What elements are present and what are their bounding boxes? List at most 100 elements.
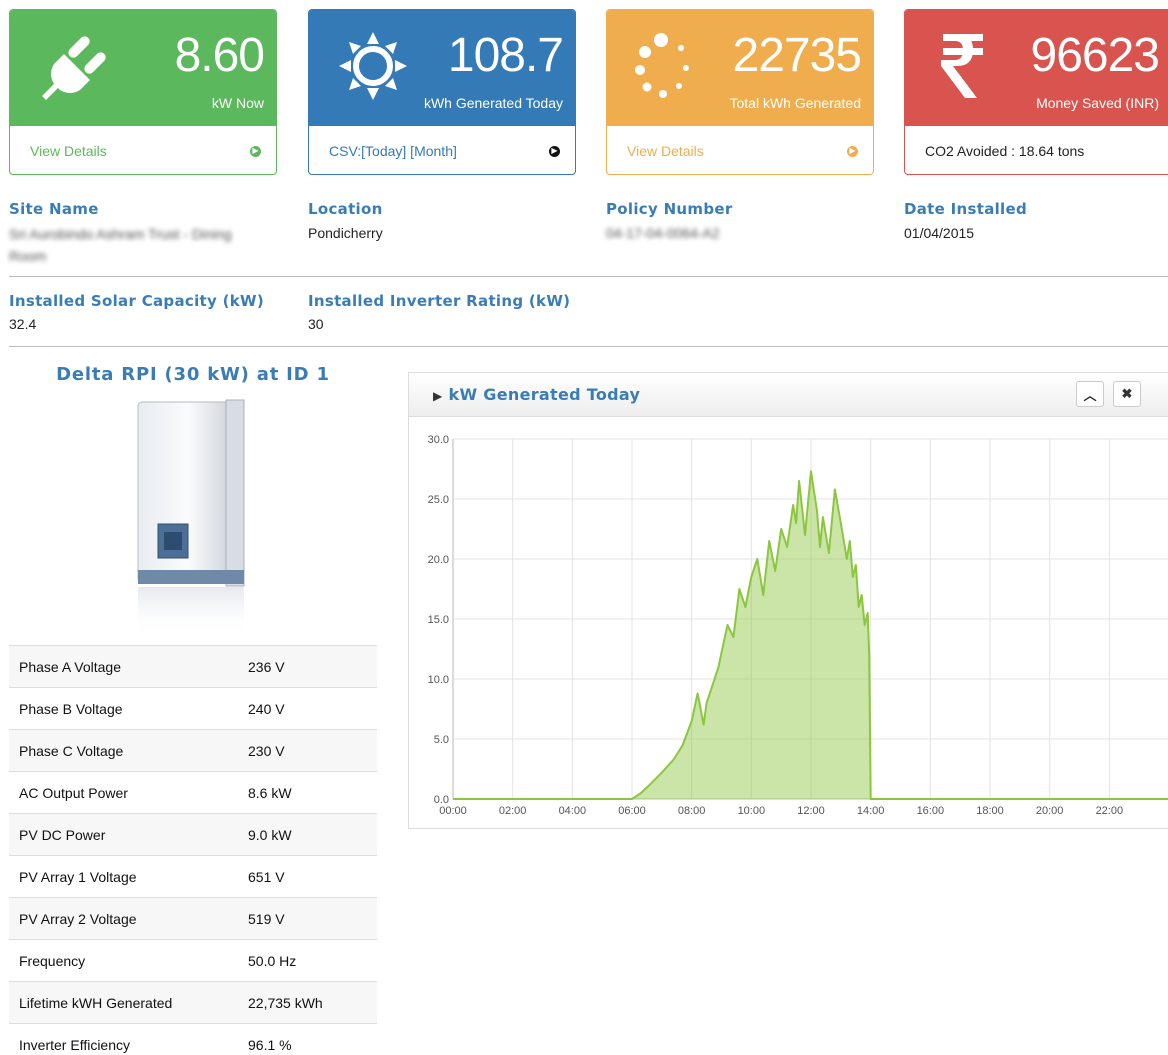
stat-key: AC Output Power: [9, 771, 248, 814]
kw-generated-chart: 0.05.010.015.020.025.030.000:00 02:00 04:0…: [428, 434, 1168, 817]
stat-value: 9.0 kW: [248, 813, 377, 856]
panel-title-text: kW Generated Today: [448, 385, 641, 404]
close-button[interactable]: ✖: [1113, 381, 1141, 407]
close-icon: ✖: [1121, 386, 1133, 401]
arrow-circle-right-icon: ▶: [250, 145, 261, 157]
view-details-label: View Details: [627, 143, 704, 159]
kw-now-card: 8.60 kW Now View Details ▶: [9, 9, 277, 175]
money-saved-value: 96623: [1030, 29, 1160, 82]
stat-key: Phase B Voltage: [9, 687, 248, 730]
money-saved-card-header: 96623 Money Saved (INR): [905, 10, 1168, 126]
x-tick-label: 14:00: [857, 805, 885, 817]
stat-value: 651 V: [248, 855, 377, 898]
stat-value: 519 V: [248, 897, 377, 940]
panel-title[interactable]: ▶ kW Generated Today: [433, 385, 640, 404]
y-tick-label: 30.0: [428, 434, 449, 446]
location-value: Pondicherry: [308, 225, 383, 241]
x-tick-label: 06:00: [618, 805, 646, 817]
table-row: Phase C Voltage 230 V: [9, 729, 377, 772]
table-row: PV Array 1 Voltage 651 V: [9, 855, 377, 898]
money-saved-label: Money Saved (INR): [1036, 95, 1159, 111]
stat-value: 236 V: [248, 645, 377, 688]
kw-now-value: 8.60: [174, 29, 265, 82]
money-saved-card: 96623 Money Saved (INR) CO2 Avoided : 18…: [904, 9, 1168, 175]
panel-header: ▶ kW Generated Today ︿ ✖: [409, 373, 1168, 417]
x-tick-label: 12:00: [797, 805, 825, 817]
x-tick-label: 18:00: [976, 805, 1004, 817]
rupee-icon: [941, 34, 983, 98]
collapse-button[interactable]: ︿: [1076, 381, 1104, 407]
table-row: PV DC Power 9.0 kW: [9, 813, 377, 856]
spinner-icon: [635, 33, 689, 98]
co2-avoided-label: CO2 Avoided : 18.64 tons: [925, 143, 1085, 159]
y-tick-label: 5.0: [434, 734, 449, 746]
series-area: [453, 471, 1168, 799]
kw-now-view-details-link[interactable]: View Details ▶: [10, 126, 276, 174]
kwh-today-value: 108.7: [447, 29, 564, 82]
site-name-label: Site Name: [9, 200, 99, 218]
divider: [9, 346, 1168, 347]
x-tick-label: 16:00: [917, 805, 945, 817]
table-row: Phase A Voltage 236 V: [9, 645, 377, 688]
sun-icon: [339, 32, 407, 100]
total-kwh-card-header: 22735 Total kWh Generated: [607, 10, 873, 126]
total-kwh-value: 22735: [732, 29, 862, 82]
chevron-up-icon: ︿: [1083, 387, 1097, 403]
stat-value: 22,735 kWh: [248, 981, 377, 1024]
stat-value: 240 V: [248, 687, 377, 730]
date-installed-value: 01/04/2015: [904, 225, 975, 241]
divider: [9, 276, 1168, 277]
table-row: Frequency 50.0 Hz: [9, 939, 377, 982]
x-tick-label: 08:00: [678, 805, 706, 817]
total-kwh-card: 22735 Total kWh Generated View Details ▶: [606, 9, 874, 175]
y-tick-label: 25.0: [428, 494, 449, 506]
x-tick-label: 02:00: [499, 805, 527, 817]
co2-avoided: CO2 Avoided : 18.64 tons: [905, 126, 1168, 174]
plug-icon: [42, 36, 106, 100]
stat-value: 230 V: [248, 729, 377, 772]
stat-key: Frequency: [9, 939, 248, 982]
caret-right-icon: ▶: [433, 389, 443, 403]
table-row: Inverter Efficiency 96.1 %: [9, 1023, 377, 1055]
csv-download-link[interactable]: CSV:[Today] [Month] ▶: [309, 126, 575, 174]
stat-key: PV Array 1 Voltage: [9, 855, 248, 898]
policy-number-label: Policy Number: [606, 200, 733, 218]
kw-generated-panel: ▶ kW Generated Today ︿ ✖ 0.0 5.0 10.0 15.0 20…: [408, 372, 1168, 829]
date-installed-label: Date Installed: [904, 200, 1028, 218]
x-tick-label: 00:00: [439, 805, 467, 817]
location-label: Location: [308, 200, 383, 218]
stat-value: 50.0 Hz: [248, 939, 377, 982]
view-details-label: View Details: [30, 143, 107, 159]
policy-number-value: 04-17-04-0064-A2: [606, 225, 720, 241]
y-tick-label: 10.0: [428, 674, 449, 686]
inverter-title: Delta RPI (30 kW) at ID 1: [56, 364, 330, 385]
total-kwh-label: Total kWh Generated: [729, 95, 861, 111]
stat-key: Phase C Voltage: [9, 729, 248, 772]
kwh-today-card: 108.7 kWh Generated Today CSV:[Today] [M…: [308, 9, 576, 175]
inverter-stats-table: Phase A Voltage 236 V Phase B Voltage 240 …: [9, 645, 377, 1055]
stat-key: PV DC Power: [9, 813, 248, 856]
x-tick-label: 04:00: [559, 805, 587, 817]
arrow-circle-right-icon: ▶: [549, 145, 560, 157]
stat-key: Lifetime kWH Generated: [9, 981, 248, 1024]
arrow-circle-right-icon: ▶: [847, 145, 858, 157]
installed-capacity-value: 32.4: [9, 316, 37, 332]
table-row: AC Output Power 8.6 kW: [9, 771, 377, 814]
site-name-value: Sri Aurobindo Ashram Trust - Dining Room: [9, 226, 232, 264]
stat-key: Inverter Efficiency: [9, 1023, 248, 1055]
y-tick-label: 15.0: [428, 614, 449, 626]
stat-value: 8.6 kW: [248, 771, 377, 814]
kwh-today-label: kWh Generated Today: [423, 95, 563, 111]
table-row: Phase B Voltage 240 V: [9, 687, 377, 730]
stat-key: Phase A Voltage: [9, 645, 248, 688]
table-row: PV Array 2 Voltage 519 V: [9, 897, 377, 940]
inverter-rating-label: Installed Inverter Rating (kW): [308, 292, 571, 310]
y-tick-label: 20.0: [428, 554, 449, 566]
x-tick-label: 20:00: [1036, 805, 1064, 817]
kwh-today-card-header: 108.7 kWh Generated Today: [309, 10, 575, 126]
kw-now-label: kW Now: [211, 95, 264, 111]
kw-now-card-header: 8.60 kW Now: [10, 10, 276, 126]
csv-label: CSV:[Today] [Month]: [329, 143, 457, 159]
total-kwh-view-details-link[interactable]: View Details ▶: [607, 126, 873, 174]
installed-capacity-label: Installed Solar Capacity (kW): [9, 292, 265, 310]
